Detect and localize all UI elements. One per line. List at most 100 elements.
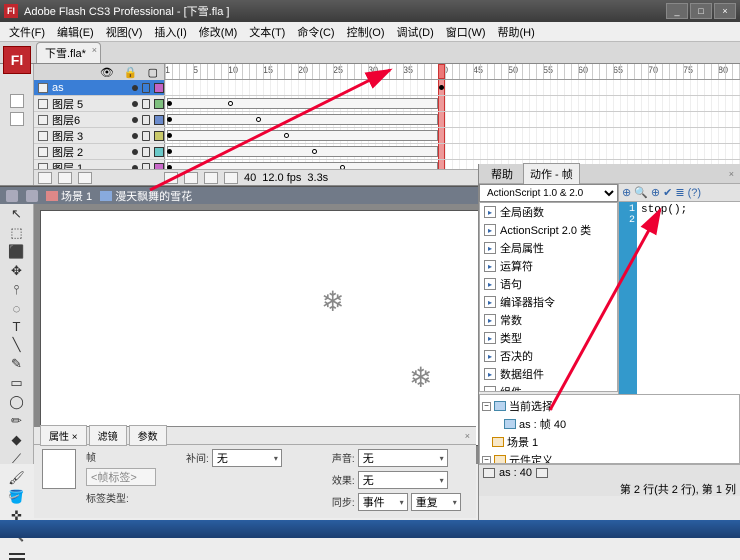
- actions-tab[interactable]: 动作 - 帧: [523, 163, 580, 184]
- toolbox-item[interactable]: ▸ActionScript 2.0 类: [480, 221, 617, 239]
- tool-12[interactable]: ◆: [6, 432, 28, 448]
- actions-toolbox[interactable]: ▸全局函数▸ActionScript 2.0 类▸全局属性▸运算符▸语句▸编译器…: [479, 202, 618, 392]
- menu-commands[interactable]: 命令(C): [292, 22, 339, 42]
- tool-5[interactable]: ◌: [6, 301, 28, 316]
- pin-icon-2[interactable]: [536, 468, 548, 478]
- onion-outline-button[interactable]: [184, 172, 198, 184]
- help-tab[interactable]: 帮助: [485, 164, 519, 184]
- panel-close-icon[interactable]: ×: [729, 169, 734, 179]
- script-text[interactable]: stop();: [637, 202, 740, 394]
- tl-tool-1[interactable]: [10, 94, 24, 108]
- collapse-icon-2[interactable]: −: [482, 456, 491, 465]
- color-swatch[interactable]: [9, 553, 25, 555]
- tool-1[interactable]: ⬚: [6, 225, 28, 241]
- toolbox-item[interactable]: ▸语句: [480, 275, 617, 293]
- timeline-ruler[interactable]: 15101520253035404550556065707580859095: [165, 64, 740, 80]
- repeat-select[interactable]: 重复: [411, 493, 461, 511]
- menu-modify[interactable]: 修改(M): [194, 22, 243, 42]
- layer-lock-icon[interactable]: [142, 147, 150, 157]
- outline-column-icon[interactable]: ▢: [148, 66, 158, 79]
- layer-row[interactable]: 图层 3: [34, 128, 740, 144]
- toolbox-item[interactable]: ▸常数: [480, 311, 617, 329]
- close-button[interactable]: ×: [714, 3, 736, 19]
- find-icon[interactable]: 🔍: [634, 186, 648, 199]
- toolbox-item[interactable]: ▸编译器指令: [480, 293, 617, 311]
- pin-icon[interactable]: [483, 468, 495, 478]
- edit-multi-button[interactable]: [204, 172, 218, 184]
- layer-name[interactable]: as: [52, 82, 128, 94]
- delete-layer-button[interactable]: [78, 172, 92, 184]
- frame-tag-input[interactable]: <帧标签>: [86, 468, 156, 486]
- toolbox-item[interactable]: ▸组件: [480, 383, 617, 392]
- layer-visible-dot[interactable]: [132, 101, 138, 107]
- sync-select[interactable]: 事件: [358, 493, 408, 511]
- layer-color-swatch[interactable]: [154, 83, 164, 93]
- layer-visible-dot[interactable]: [132, 149, 138, 155]
- onion-skin-button[interactable]: [164, 172, 178, 184]
- effect-select[interactable]: 无: [358, 471, 448, 489]
- props-close-icon[interactable]: ×: [465, 431, 470, 441]
- layer-lock-icon[interactable]: [142, 83, 150, 93]
- script-navigator[interactable]: −当前选择 as : 帧 40 场景 1 −元件定义 +漫天飘舞的雪花: [479, 394, 740, 464]
- layer-row[interactable]: 图层 2: [34, 144, 740, 160]
- layer-lock-icon[interactable]: [142, 115, 150, 125]
- os-taskbar[interactable]: [0, 520, 740, 538]
- tool-13[interactable]: ⟋: [6, 451, 28, 467]
- collapse-icon[interactable]: −: [482, 402, 491, 411]
- tool-14[interactable]: 🖌: [6, 470, 28, 486]
- tool-8[interactable]: ✎: [6, 356, 28, 372]
- tool-7[interactable]: ╲: [6, 337, 28, 353]
- layer-color-swatch[interactable]: [154, 115, 164, 125]
- playhead[interactable]: [438, 64, 445, 79]
- scene-crumb[interactable]: 场景 1: [46, 188, 92, 204]
- tween-select[interactable]: 无: [212, 449, 282, 467]
- tool-3[interactable]: ✥: [6, 263, 28, 279]
- menu-file[interactable]: 文件(F): [4, 22, 50, 42]
- minimize-button[interactable]: _: [666, 3, 688, 19]
- actionscript-version-select[interactable]: ActionScript 1.0 & 2.0: [479, 184, 618, 202]
- lock-column-icon[interactable]: 🔒: [124, 66, 138, 79]
- layer-color-swatch[interactable]: [154, 147, 164, 157]
- script-editor[interactable]: 12 stop();: [619, 202, 740, 394]
- code-hint-icon[interactable]: (?): [688, 187, 701, 199]
- add-script-icon[interactable]: ⊕: [622, 186, 631, 199]
- menu-help[interactable]: 帮助(H): [493, 22, 540, 42]
- flash-logo-button[interactable]: Fl: [3, 46, 31, 74]
- toolbox-item[interactable]: ▸数据组件: [480, 365, 617, 383]
- new-folder-button[interactable]: [58, 172, 72, 184]
- layer-name[interactable]: 图层 2: [52, 144, 128, 160]
- menu-text[interactable]: 文本(T): [244, 22, 290, 42]
- menu-edit[interactable]: 编辑(E): [52, 22, 99, 42]
- document-tab[interactable]: 下雪.fla* ×: [36, 42, 101, 63]
- target-icon[interactable]: ⊕: [651, 186, 660, 199]
- stage[interactable]: ❄ ❄: [40, 210, 480, 446]
- auto-format-icon[interactable]: ≣: [675, 186, 684, 199]
- layer-name[interactable]: 图层 1: [52, 160, 128, 170]
- menu-debug[interactable]: 调试(D): [392, 22, 439, 42]
- menu-window[interactable]: 窗口(W): [441, 22, 491, 42]
- layer-name[interactable]: 图层6: [52, 112, 128, 128]
- layer-visible-dot[interactable]: [132, 133, 138, 139]
- tool-4[interactable]: ⫯: [6, 282, 28, 298]
- layer-name[interactable]: 图层 5: [52, 96, 128, 112]
- tl-tool-2[interactable]: [10, 112, 24, 126]
- new-layer-button[interactable]: [38, 172, 52, 184]
- back-button[interactable]: [6, 190, 18, 202]
- toolbox-item[interactable]: ▸运算符: [480, 257, 617, 275]
- snowflake-2[interactable]: ❄: [409, 361, 432, 394]
- eye-column-icon[interactable]: 👁: [100, 66, 114, 79]
- tool-15[interactable]: 🪣: [6, 489, 28, 505]
- maximize-button[interactable]: □: [690, 3, 712, 19]
- tool-9[interactable]: ▭: [6, 375, 28, 391]
- toolbox-item[interactable]: ▸类型: [480, 329, 617, 347]
- forward-button[interactable]: [26, 190, 38, 202]
- close-tab-icon[interactable]: ×: [92, 45, 97, 55]
- tool-11[interactable]: ✏: [6, 413, 28, 429]
- toolbox-item[interactable]: ▸否决的: [480, 347, 617, 365]
- toolbox-item[interactable]: ▸全局属性: [480, 239, 617, 257]
- check-syntax-icon[interactable]: ✔: [663, 186, 672, 199]
- tool-6[interactable]: T: [6, 319, 28, 334]
- menu-control[interactable]: 控制(O): [342, 22, 390, 42]
- layer-lock-icon[interactable]: [142, 131, 150, 141]
- layer-color-swatch[interactable]: [154, 99, 164, 109]
